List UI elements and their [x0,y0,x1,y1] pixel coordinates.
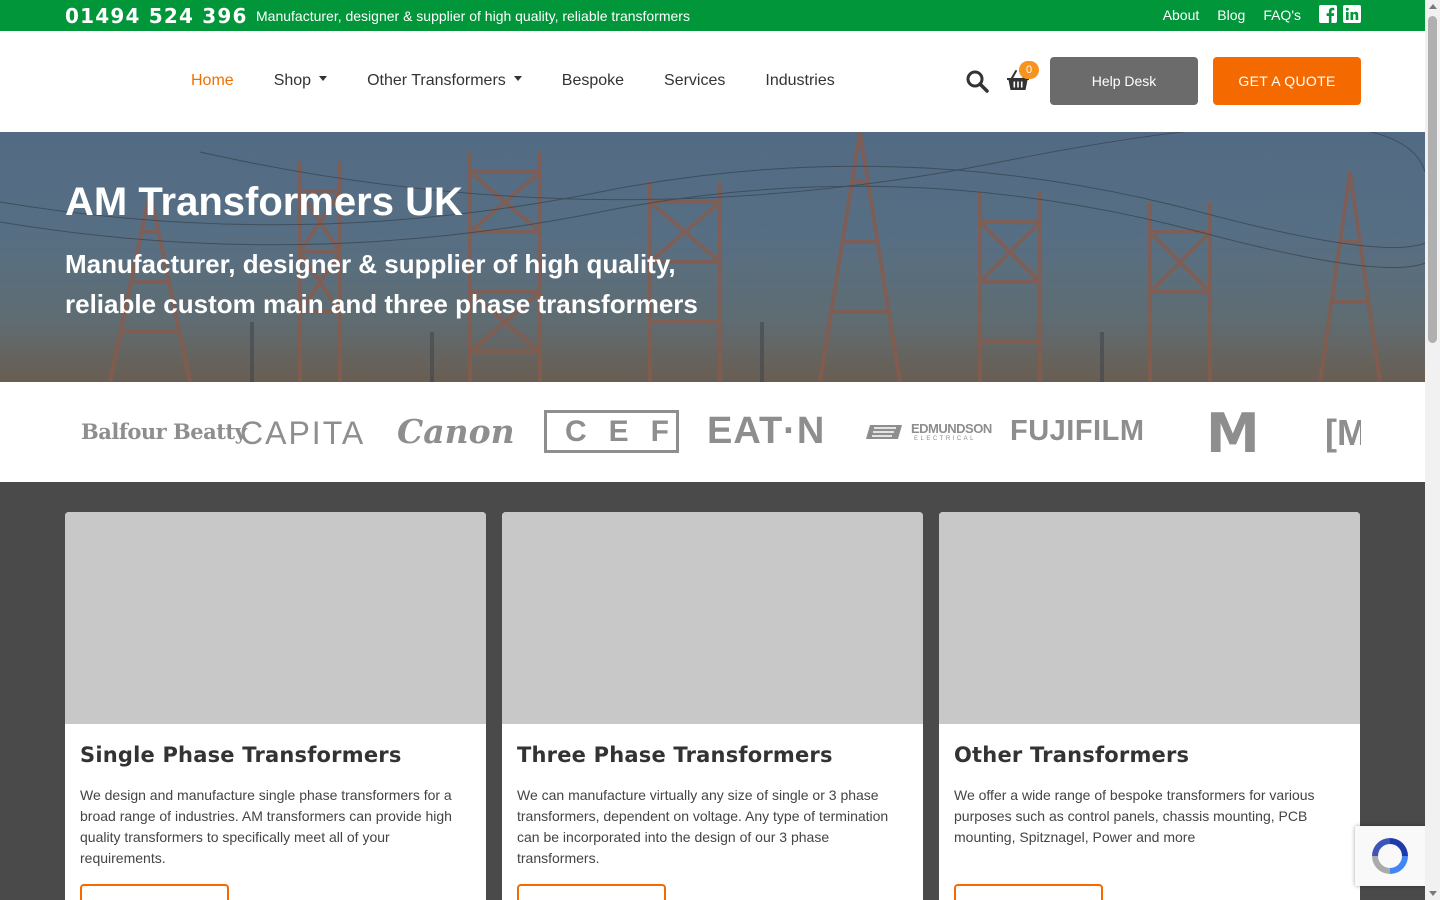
logo-edmundson: EDMUNDSON ELECTRICAL [864,421,992,444]
card-image-placeholder [65,512,486,724]
top-links: About Blog FAQ's [1163,5,1361,23]
card-more-button[interactable] [517,884,666,900]
card-three-phase: Three Phase Transformers We can manufact… [502,512,923,900]
card-title[interactable]: Three Phase Transformers [517,743,833,767]
card-other-transformers: Other Transformers We offer a wide range… [939,512,1360,900]
card-title[interactable]: Single Phase Transformers [80,743,402,767]
search-icon[interactable] [965,69,989,93]
linkedin-icon[interactable] [1343,5,1361,23]
recaptcha-badge[interactable] [1355,826,1427,886]
phone-number[interactable]: 01494 524 396 [65,4,248,28]
facebook-icon[interactable] [1319,5,1337,23]
edmundson-mark-icon [866,425,902,439]
main-nav: Home Shop Other Transformers Bespoke Ser… [0,31,1425,132]
logo-fujifilm: FUJIFILM [1010,415,1145,447]
top-link-faqs[interactable]: FAQ's [1263,5,1301,23]
nav-item-shop[interactable]: Shop [273,72,328,90]
logo-capita: CAPITA [240,415,366,451]
page-scrollbar[interactable] [1425,0,1440,900]
social-links [1319,5,1361,23]
chevron-down-icon [319,76,328,82]
nav-item-home[interactable]: Home [191,72,234,90]
nav-item-shop-label: Shop [273,72,312,89]
card-more-button[interactable] [954,884,1103,900]
card-description: We design and manufacture single phase t… [80,787,452,866]
logo-partial: [M [1325,412,1361,453]
help-desk-button[interactable]: Help Desk [1050,57,1198,105]
recaptcha-icon [1372,838,1408,874]
cart-count-badge: 0 [1019,61,1039,79]
scroll-up-arrow-icon[interactable] [1429,4,1437,9]
logo-cef-text: CEF [565,414,691,448]
logo-mcdonalds: M [1206,402,1260,465]
card-description: We can manufacture virtually any size of… [517,787,889,866]
scroll-down-arrow-icon[interactable] [1429,891,1437,896]
nav-item-other-label: Other Transformers [367,72,506,89]
get-a-quote-button[interactable]: GET A QUOTE [1213,57,1361,105]
card-title[interactable]: Other Transformers [954,743,1189,767]
nav-item-industries[interactable]: Industries [765,72,834,90]
hero-subtitle: Manufacturer, designer & supplier of hig… [65,249,698,319]
nav-item-other-transformers[interactable]: Other Transformers [367,72,522,90]
logo-cef: CEF [544,410,679,453]
client-logos-carousel: Balfour Beatty CAPITA Canon CEF EAT·N ED… [0,382,1425,482]
logo-balfour-beatty: Balfour Beatty [81,419,247,444]
card-image-placeholder [939,512,1360,724]
hero-banner: AM Transformers UK Manufacturer, designe… [0,132,1425,382]
card-image-placeholder [502,512,923,724]
scrollbar-thumb[interactable] [1428,16,1437,343]
nav-item-bespoke[interactable]: Bespoke [562,72,624,90]
logo-canon: Canon [397,412,515,451]
card-description: We offer a wide range of bespoke transfo… [954,787,1315,845]
nav-menu: Home Shop Other Transformers Bespoke Ser… [191,72,835,90]
top-link-blog[interactable]: Blog [1217,5,1245,23]
chevron-down-icon [513,76,522,82]
hero-title: AM Transformers UK [65,180,463,224]
top-link-about[interactable]: About [1163,5,1200,23]
logo-edmundson-name: EDMUNDSON [911,421,992,436]
top-bar: 01494 524 396 Manufacturer, designer & s… [0,0,1425,31]
logo-eaton: EAT·N [707,410,826,452]
top-tagline: Manufacturer, designer & supplier of hig… [256,8,690,24]
nav-item-services[interactable]: Services [664,72,725,90]
card-single-phase: Single Phase Transformers We design and … [65,512,486,900]
logo-edmundson-sub: ELECTRICAL [914,436,977,442]
card-more-button[interactable] [80,884,229,900]
